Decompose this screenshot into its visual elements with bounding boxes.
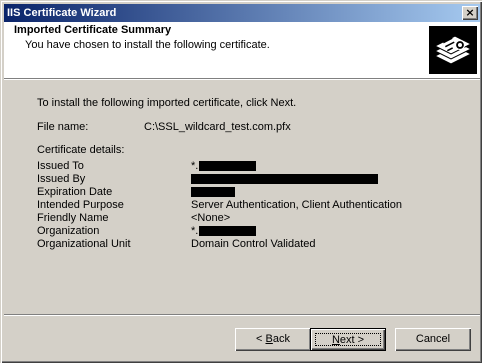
- back-button[interactable]: < Back: [235, 328, 311, 351]
- detail-value-expiration-date: [191, 186, 235, 198]
- detail-label-organization: Organization: [37, 225, 100, 237]
- detail-label-issued-to: Issued To: [37, 160, 84, 172]
- detail-value-organizational-unit: Domain Control Validated: [191, 238, 316, 250]
- instruction-text: To install the following imported certif…: [37, 97, 297, 109]
- detail-label-intended-purpose: Intended Purpose: [37, 199, 124, 211]
- back-button-rest: ack: [272, 333, 290, 345]
- issued-to-prefix: *.: [191, 160, 199, 172]
- cancel-button[interactable]: Cancel: [395, 328, 471, 351]
- redaction-bar: [191, 187, 235, 198]
- detail-value-issued-to: *.: [191, 160, 257, 172]
- detail-value-organization: *.: [191, 225, 257, 237]
- page-title: Imported Certificate Summary: [14, 24, 172, 36]
- file-name-label: File name:: [37, 121, 89, 133]
- wizard-header: Imported Certificate Summary You have ch…: [4, 22, 480, 78]
- detail-value-intended-purpose: Server Authentication, Client Authentica…: [191, 199, 402, 211]
- wizard-window: IIS Certificate Wizard × Imported Certif…: [0, 0, 482, 363]
- redaction-bar: [191, 174, 378, 185]
- page-subtitle: You have chosen to install the following…: [25, 39, 270, 51]
- back-button-prefix: <: [256, 333, 266, 345]
- close-button[interactable]: ×: [462, 6, 478, 20]
- header-divider: [4, 78, 480, 80]
- close-icon: ×: [465, 6, 475, 19]
- detail-value-issued-by: [191, 173, 378, 185]
- detail-label-issued-by: Issued By: [37, 173, 86, 185]
- file-name-value: C:\SSL_wildcard_test.com.pfx: [144, 121, 291, 133]
- back-button-mnemonic: B: [265, 333, 273, 345]
- certificate-icon: [429, 26, 477, 74]
- detail-label-organizational-unit: Organizational Unit: [37, 238, 131, 250]
- focus-rectangle: [315, 333, 381, 346]
- redaction-bar: [199, 161, 257, 172]
- organization-prefix: *.: [191, 225, 199, 237]
- redaction-bar: [199, 226, 257, 237]
- certificate-details-label: Certificate details:: [37, 144, 125, 156]
- window-title: IIS Certificate Wizard: [7, 7, 117, 19]
- title-bar[interactable]: IIS Certificate Wizard ×: [4, 4, 480, 22]
- footer-divider: [4, 314, 480, 316]
- detail-label-expiration-date: Expiration Date: [37, 186, 113, 198]
- next-button[interactable]: Next >: [310, 328, 386, 351]
- detail-value-friendly-name: <None>: [191, 212, 231, 224]
- detail-label-friendly-name: Friendly Name: [37, 212, 109, 224]
